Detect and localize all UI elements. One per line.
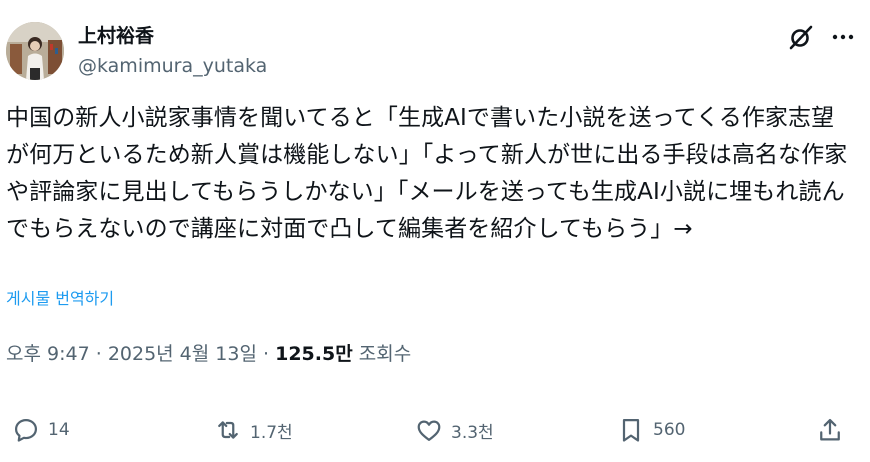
action-bar: 14 1.7천 3.3천 560 xyxy=(0,408,870,452)
bookmark-count: 560 xyxy=(653,420,686,440)
retweet-icon xyxy=(218,421,238,439)
avatar-photo-icon xyxy=(6,22,64,80)
more-options-button[interactable] xyxy=(826,20,860,54)
share-button[interactable] xyxy=(816,408,844,452)
views-label: 조회수 xyxy=(358,343,412,365)
author-handle[interactable]: @kamimura_yutaka xyxy=(78,54,267,78)
tweet-time[interactable]: 오후 9:47 xyxy=(6,343,90,365)
bookmark-button[interactable]: 560 xyxy=(617,408,685,452)
grok-button[interactable] xyxy=(784,20,818,54)
translate-post-link[interactable]: 게시물 번역하기 xyxy=(6,288,114,310)
views-count: 125.5만 xyxy=(275,343,353,365)
like-count: 3.3천 xyxy=(451,422,494,443)
reply-icon xyxy=(14,418,38,442)
bookmark-icon xyxy=(622,418,640,442)
like-button[interactable]: 3.3천 xyxy=(415,408,494,452)
retweet-button[interactable]: 1.7천 xyxy=(214,408,293,452)
reply-button[interactable]: 14 xyxy=(12,408,70,452)
share-icon xyxy=(820,418,840,441)
tweet-text: 中国の新人小説家事情を聞いてると「生成AIで書いた小説を送ってくる作家志望が何万… xyxy=(6,105,848,242)
tweet-container: 上村裕香 @kamimura_yutaka 中国の新人小説家事情を聞いてると「生… xyxy=(0,0,870,462)
more-dots-icon xyxy=(832,34,854,40)
heart-icon xyxy=(417,420,441,442)
tweet-meta: 오후 9:47 · 2025년 4월 13일 · 125.5만 조회수 xyxy=(6,341,411,367)
author-avatar[interactable] xyxy=(6,22,64,80)
reply-count: 14 xyxy=(48,420,70,440)
meta-separator: · xyxy=(95,343,102,365)
retweet-count: 1.7천 xyxy=(250,422,293,443)
grok-icon xyxy=(789,25,813,50)
author-display-name[interactable]: 上村裕香 xyxy=(78,24,154,48)
tweet-date[interactable]: 2025년 4월 13일 xyxy=(108,343,257,365)
meta-separator: · xyxy=(263,343,270,365)
